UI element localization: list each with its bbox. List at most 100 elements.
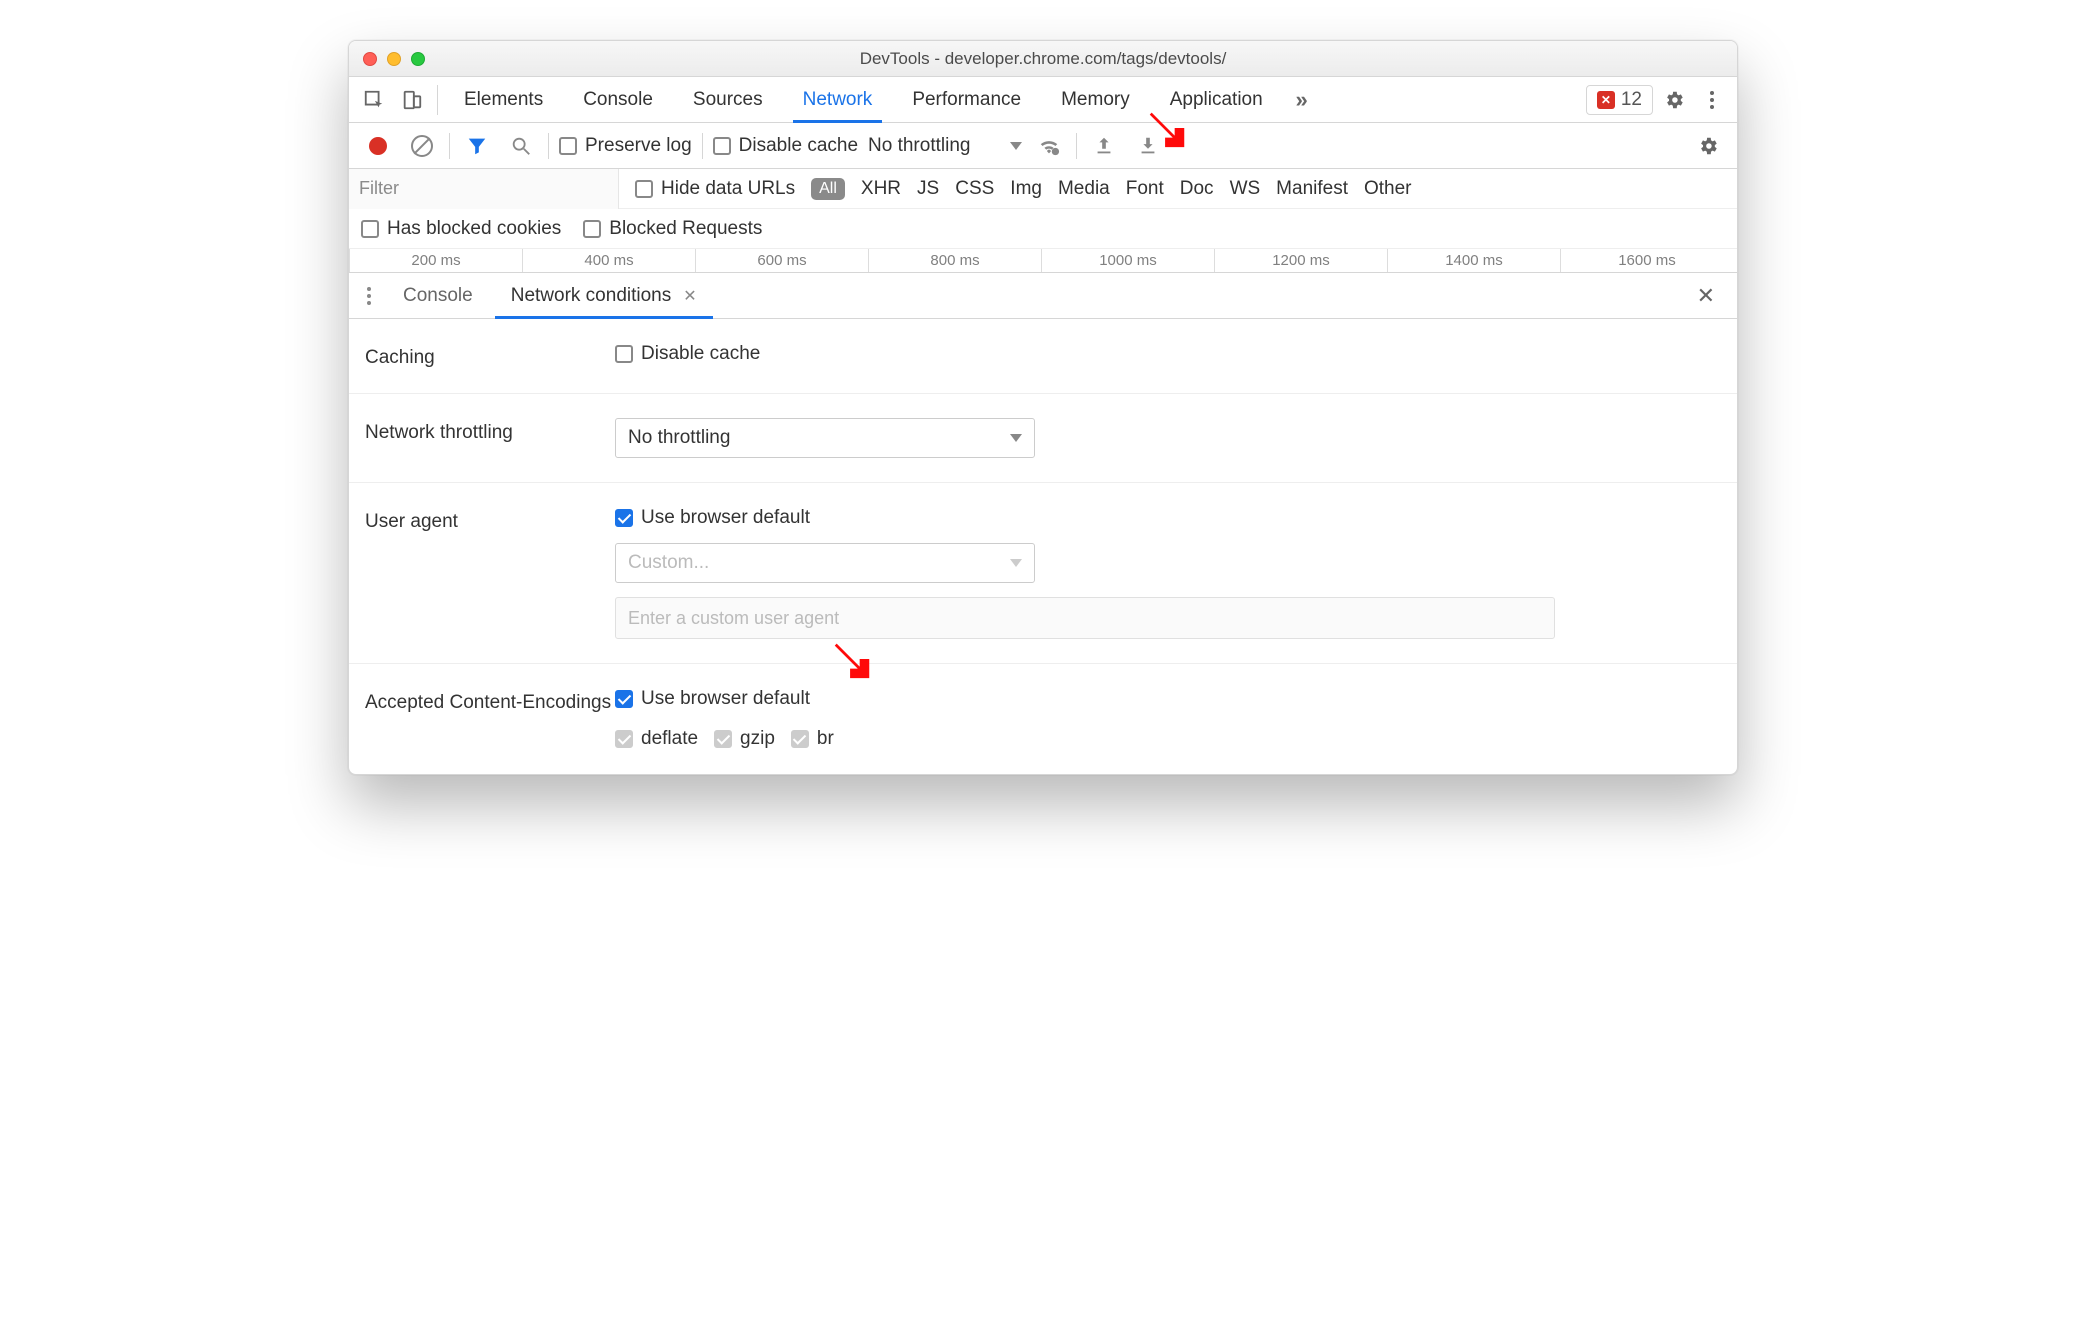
hide-data-urls-checkbox[interactable]: Hide data URLs [635, 178, 795, 200]
throttling-value: No throttling [868, 135, 970, 157]
section-label: User agent [365, 507, 615, 639]
checkbox-icon [791, 730, 809, 748]
disable-cache-checkbox-drawer[interactable]: Disable cache [615, 343, 1721, 365]
drawer-tab-network-conditions[interactable]: Network conditions ✕ [495, 273, 713, 318]
tab-sources[interactable]: Sources [675, 77, 781, 122]
timeline-tick: 400 ms [522, 249, 695, 272]
tab-performance[interactable]: Performance [894, 77, 1039, 122]
filter-all-pill[interactable]: All [811, 178, 845, 200]
network-settings-icon[interactable] [1691, 129, 1725, 163]
timeline-overview[interactable]: 200 ms 400 ms 600 ms 800 ms 1000 ms 1200… [349, 249, 1737, 273]
ua-custom-select-value: Custom... [628, 552, 709, 574]
blocked-requests-label: Blocked Requests [609, 218, 762, 240]
network-toolbar: Preserve log Disable cache No throttling [349, 123, 1737, 169]
timeline-tick: 200 ms [349, 249, 522, 272]
filter-toggle-icon[interactable] [460, 129, 494, 163]
checkbox-icon [635, 180, 653, 198]
section-user-agent: User agent Use browser default Custom... [349, 483, 1737, 664]
encodings-use-default-checkbox[interactable]: Use browser default [615, 688, 1721, 710]
divider [548, 133, 549, 159]
encoding-deflate: deflate [615, 728, 698, 750]
checkbox-icon [713, 137, 731, 155]
throttling-select[interactable]: No throttling [615, 418, 1035, 458]
tab-elements[interactable]: Elements [446, 77, 561, 122]
divider [449, 133, 450, 159]
zoom-window-button[interactable] [411, 52, 425, 66]
filter-type-media[interactable]: Media [1058, 178, 1110, 200]
throttling-value: No throttling [628, 427, 730, 449]
ua-use-default-label: Use browser default [641, 507, 810, 529]
timeline-tick: 1600 ms [1560, 249, 1737, 272]
drawer-tab-label: Network conditions [511, 285, 672, 307]
encoding-label: deflate [641, 728, 698, 750]
divider [702, 133, 703, 159]
close-tab-icon[interactable]: ✕ [683, 286, 696, 306]
timeline-tick: 1400 ms [1387, 249, 1560, 272]
network-conditions-panel: Caching Disable cache Network throttling… [349, 319, 1737, 774]
filter-type-img[interactable]: Img [1010, 178, 1042, 200]
close-window-button[interactable] [363, 52, 377, 66]
tab-network[interactable]: Network [785, 77, 891, 122]
checkbox-icon [559, 137, 577, 155]
filter-type-js[interactable]: JS [917, 178, 939, 200]
filter-type-other[interactable]: Other [1364, 178, 1412, 200]
hide-data-urls-label: Hide data URLs [661, 178, 795, 200]
inspect-element-icon[interactable] [357, 83, 391, 117]
disable-cache-label: Disable cache [739, 135, 858, 157]
drawer-menu-icon[interactable] [357, 287, 381, 305]
window-controls [363, 52, 425, 66]
filter-type-doc[interactable]: Doc [1180, 178, 1214, 200]
titlebar: DevTools - developer.chrome.com/tags/dev… [349, 41, 1737, 77]
more-tabs-icon[interactable]: » [1285, 83, 1319, 117]
drawer-tab-console[interactable]: Console [387, 273, 489, 318]
throttling-dropdown[interactable]: No throttling [868, 135, 1022, 157]
filter-type-manifest[interactable]: Manifest [1276, 178, 1348, 200]
section-label: Network throttling [365, 418, 615, 458]
dropdown-triangle-icon [1010, 434, 1022, 442]
section-encodings: Accepted Content-Encodings Use browser d… [349, 664, 1737, 774]
ua-use-default-checkbox[interactable]: Use browser default [615, 507, 1721, 529]
search-icon[interactable] [504, 129, 538, 163]
filter-type-font[interactable]: Font [1126, 178, 1164, 200]
network-conditions-icon[interactable] [1032, 129, 1066, 163]
section-label: Caching [365, 343, 615, 369]
settings-icon[interactable] [1657, 83, 1691, 117]
error-count-badge[interactable]: ✕ 12 [1586, 85, 1653, 115]
ua-custom-input[interactable] [615, 597, 1555, 639]
drawer-close-icon[interactable]: ✕ [1683, 283, 1729, 309]
filter-type-ws[interactable]: WS [1230, 178, 1261, 200]
main-tabs: Elements Console Sources Network Perform… [349, 77, 1737, 123]
kebab-menu-icon[interactable] [1695, 83, 1729, 117]
checkbox-icon [583, 220, 601, 238]
filter-type-xhr[interactable]: XHR [861, 178, 901, 200]
devtools-window: DevTools - developer.chrome.com/tags/dev… [348, 40, 1738, 775]
disable-cache-checkbox[interactable]: Disable cache [713, 135, 858, 157]
timeline-tick: 1000 ms [1041, 249, 1214, 272]
error-icon: ✕ [1597, 91, 1615, 109]
blocked-cookies-checkbox[interactable]: Has blocked cookies [361, 218, 561, 240]
encodings-list: deflate gzip br [615, 728, 1721, 750]
filter-input[interactable] [349, 169, 619, 209]
encodings-use-default-label: Use browser default [641, 688, 810, 710]
tab-application[interactable]: Application [1152, 77, 1281, 122]
filter-types: XHR JS CSS Img Media Font Doc WS Manifes… [861, 178, 1412, 200]
export-har-icon[interactable] [1131, 129, 1165, 163]
filter-type-css[interactable]: CSS [955, 178, 994, 200]
record-button[interactable] [361, 129, 395, 163]
encoding-label: gzip [740, 728, 775, 750]
clear-icon [411, 135, 433, 157]
minimize-window-button[interactable] [387, 52, 401, 66]
import-har-icon[interactable] [1087, 129, 1121, 163]
encoding-br: br [791, 728, 834, 750]
device-toolbar-icon[interactable] [395, 83, 429, 117]
blocked-requests-checkbox[interactable]: Blocked Requests [583, 218, 762, 240]
filter-row-2: Has blocked cookies Blocked Requests [349, 209, 1737, 249]
preserve-log-checkbox[interactable]: Preserve log [559, 135, 692, 157]
ua-custom-select: Custom... [615, 543, 1035, 583]
error-count: 12 [1621, 89, 1642, 111]
encoding-label: br [817, 728, 834, 750]
clear-button[interactable] [405, 129, 439, 163]
tab-console[interactable]: Console [565, 77, 671, 122]
tab-memory[interactable]: Memory [1043, 77, 1148, 122]
preserve-log-label: Preserve log [585, 135, 692, 157]
